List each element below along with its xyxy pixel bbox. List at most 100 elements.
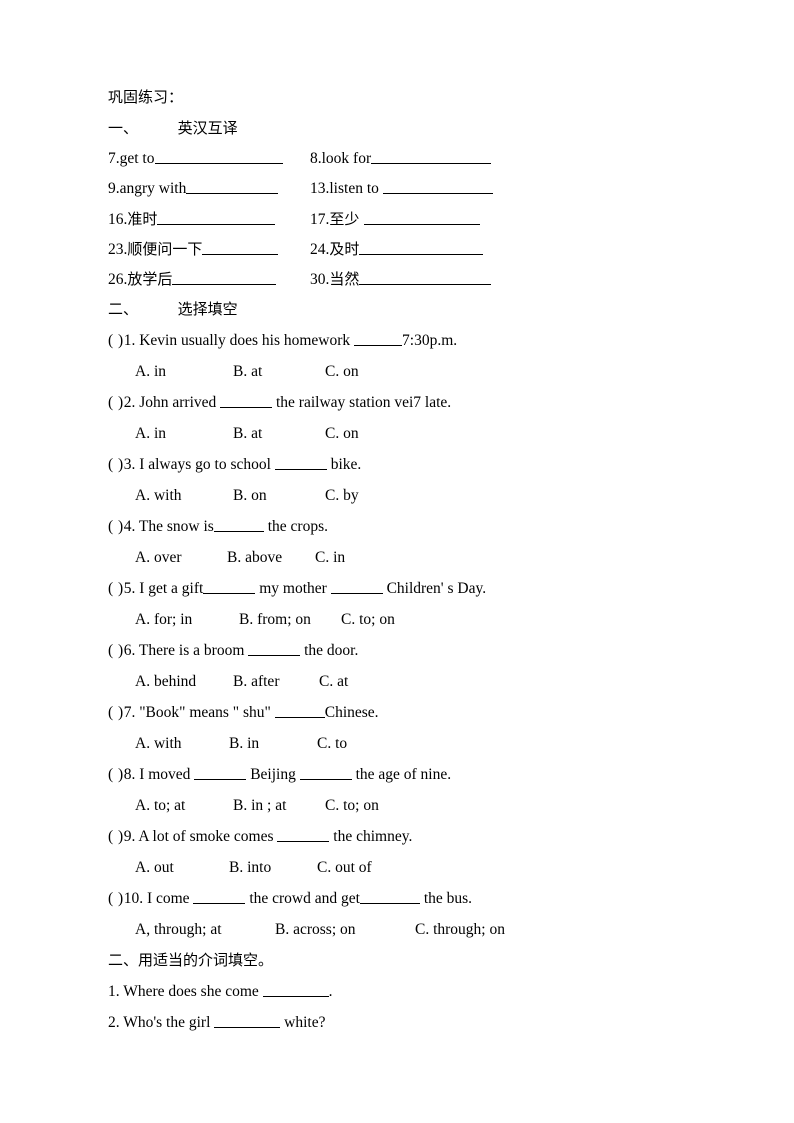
option-choice[interactable]: B. in ; at [233, 790, 286, 821]
option-choice[interactable]: A. with [135, 728, 182, 759]
question-line: ( )5. I get a gift my mother Children' s… [108, 573, 794, 604]
answer-blank[interactable] [330, 579, 383, 594]
question-text: A lot of smoke comes [135, 828, 278, 845]
answer-blank[interactable] [203, 579, 256, 594]
option-choice[interactable]: B. into [229, 852, 271, 883]
answer-box[interactable]: ( ) [108, 456, 124, 473]
option-choice[interactable]: C. on [325, 418, 359, 449]
answer-blank[interactable] [359, 889, 420, 904]
item-text: angry with [119, 180, 187, 197]
option-choice[interactable]: A. in [135, 418, 166, 449]
option-choice[interactable]: C. on [325, 356, 359, 387]
translation-item-left: 7.get to [108, 144, 283, 174]
option-choice[interactable]: C. out of [317, 852, 372, 883]
option-choice[interactable]: C. at [319, 666, 348, 697]
option-choice[interactable]: A. with [135, 480, 182, 511]
question-number: 8. [123, 766, 136, 783]
answer-blank[interactable] [359, 240, 484, 255]
question-text: I moved [135, 766, 195, 783]
answer-blank[interactable] [359, 270, 492, 285]
option-choice[interactable]: A. out [135, 852, 174, 883]
question-number: 7. [123, 704, 136, 721]
translation-row: 16.准时 17.至少 [108, 204, 794, 234]
answer-blank[interactable] [382, 179, 493, 194]
option-choice[interactable]: C. through; on [415, 914, 505, 945]
answer-blank[interactable] [214, 1013, 281, 1028]
answer-blank[interactable] [371, 149, 492, 164]
option-choice[interactable]: A. behind [135, 666, 196, 697]
question-text: 7:30p.m. [402, 332, 458, 349]
option-choice[interactable]: A. to; at [135, 790, 185, 821]
answer-blank[interactable] [354, 331, 403, 346]
option-choice[interactable]: B. on [233, 480, 267, 511]
option-choice[interactable]: C. to; on [325, 790, 379, 821]
option-choice[interactable]: B. in [229, 728, 259, 759]
answer-blank[interactable] [202, 240, 279, 255]
item-text: Who's the girl [119, 1014, 215, 1031]
answer-box[interactable]: ( ) [108, 704, 124, 721]
answer-box[interactable]: ( ) [108, 394, 124, 411]
answer-blank[interactable] [213, 517, 264, 532]
answer-blank[interactable] [194, 765, 247, 780]
item-number: 26. [108, 271, 128, 288]
answer-box[interactable]: ( ) [108, 332, 124, 349]
question-text: Children' s Day. [382, 580, 487, 597]
option-row: A. in B. at C. on [108, 356, 794, 387]
option-choice[interactable]: C. to; on [341, 604, 395, 635]
option-choice[interactable]: C. in [315, 542, 345, 573]
option-choice[interactable]: C. by [325, 480, 359, 511]
answer-box[interactable]: ( ) [108, 828, 124, 845]
answer-box[interactable]: ( ) [108, 580, 124, 597]
question-text: I always go to school [135, 456, 275, 473]
question-text: the age of nine. [351, 766, 452, 783]
answer-blank[interactable] [274, 703, 325, 718]
translation-list: 7.get to 8.look for 9.angry with 13.listen … [108, 144, 794, 294]
item-number: 17. [310, 211, 330, 228]
answer-box[interactable]: ( ) [108, 642, 124, 659]
answer-blank[interactable] [248, 641, 301, 656]
option-choice[interactable]: B. after [233, 666, 279, 697]
item-number: 23. [108, 241, 128, 258]
question-line: ( )7. "Book" means " shu" Chinese. [108, 697, 794, 728]
item-text: look for [321, 150, 372, 167]
option-choice[interactable]: A. for; in [135, 604, 192, 635]
option-row: A. behind B. after C. at [108, 666, 794, 697]
option-choice[interactable]: C. to [317, 728, 347, 759]
option-choice[interactable]: A. in [135, 356, 166, 387]
option-row: A. over B. above C. in [108, 542, 794, 573]
page-title: 巩固练习： [108, 88, 184, 106]
answer-blank[interactable] [277, 827, 330, 842]
option-choice[interactable]: B. from; on [239, 604, 311, 635]
answer-blank[interactable] [193, 889, 246, 904]
question-number: 10. [123, 890, 144, 907]
answer-blank[interactable] [262, 982, 329, 997]
answer-blank[interactable] [172, 270, 277, 285]
option-choice[interactable]: B. at [233, 356, 262, 387]
translation-item-left: 26.放学后 [108, 264, 277, 295]
option-choice[interactable]: A. over [135, 542, 182, 573]
question-number: 1. [123, 332, 136, 349]
translation-item-left: 23.顺便问一下 [108, 234, 279, 265]
question-number: 6. [123, 642, 136, 659]
answer-blank[interactable] [299, 765, 352, 780]
item-number: 13. [310, 180, 330, 197]
question-number: 3. [123, 456, 136, 473]
answer-box[interactable]: ( ) [108, 518, 124, 535]
option-row: A. with B. on C. by [108, 480, 794, 511]
question-text: the crowd and get [245, 890, 360, 907]
answer-blank[interactable] [220, 393, 273, 408]
option-choice[interactable]: B. above [227, 542, 282, 573]
section-one-number: 一、 [108, 119, 139, 137]
question-text: I get a gift [135, 580, 204, 597]
option-choice[interactable]: B. across; on [275, 914, 356, 945]
answer-blank[interactable] [186, 179, 279, 194]
answer-box[interactable]: ( ) [108, 890, 124, 907]
option-choice[interactable]: A, through; at [135, 914, 222, 945]
answer-blank[interactable] [154, 149, 283, 164]
option-choice[interactable]: B. at [233, 418, 262, 449]
answer-blank[interactable] [274, 455, 327, 470]
answer-box[interactable]: ( ) [108, 766, 124, 783]
answer-blank[interactable] [364, 210, 481, 225]
option-row: A. in B. at C. on [108, 418, 794, 449]
answer-blank[interactable] [157, 210, 276, 225]
